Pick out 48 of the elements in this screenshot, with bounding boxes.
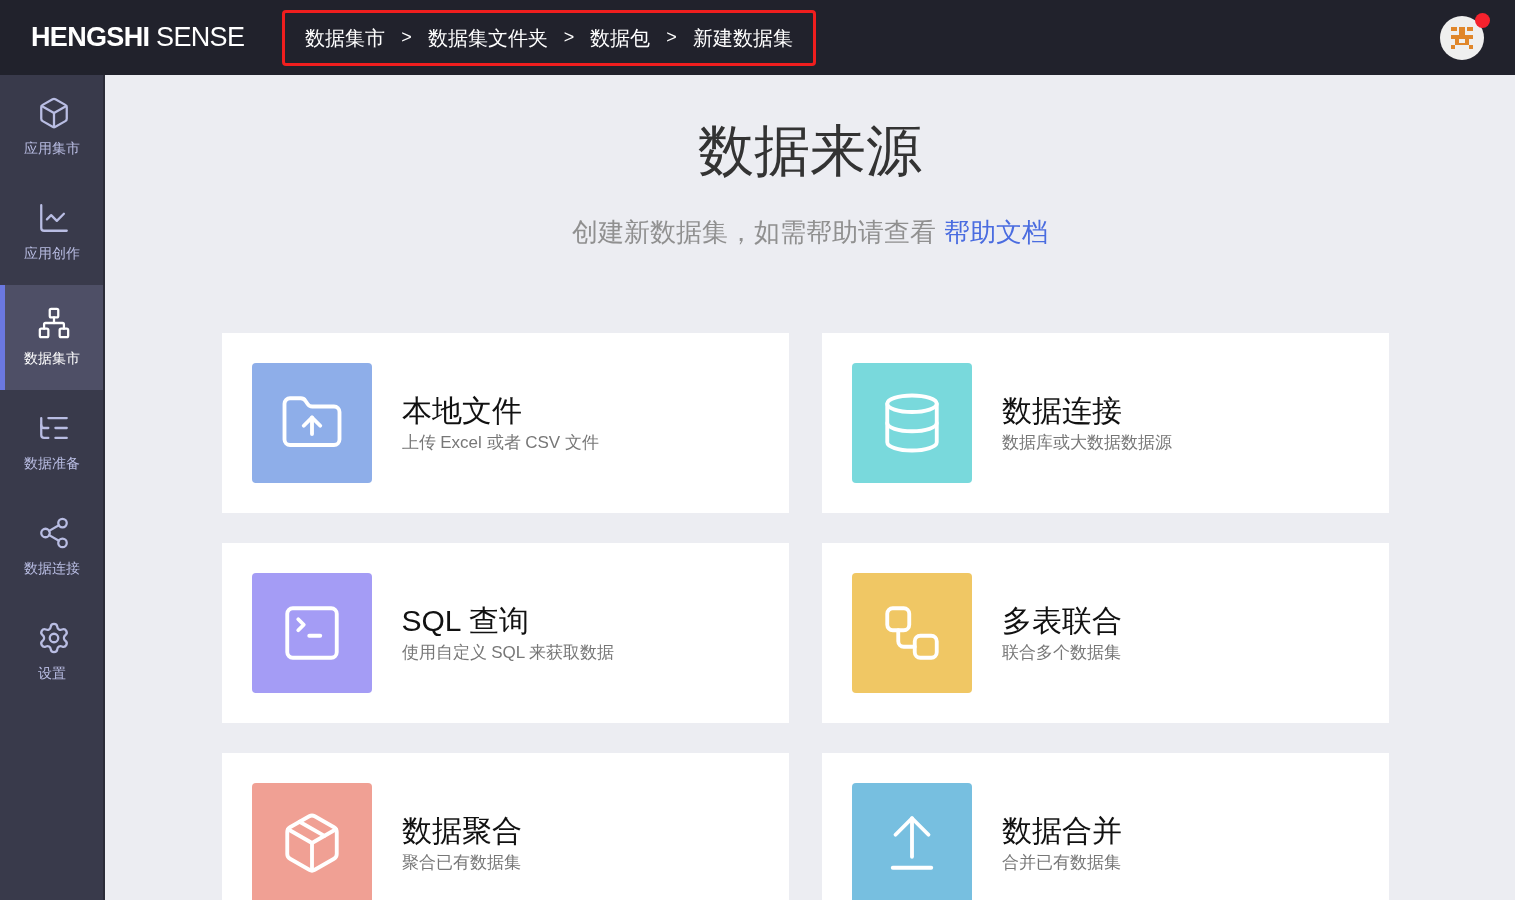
sidebar-item[interactable]: 应用创作 [0, 180, 103, 285]
card-description: 聚合已有数据集 [401, 852, 522, 874]
card-description: 合并已有数据集 [1001, 852, 1122, 874]
sidebar-label: 应用创作 [23, 244, 80, 263]
breadcrumb-link[interactable]: 数据集文件夹 [427, 22, 548, 53]
source-card[interactable]: 数据聚合 聚合已有数据集 [221, 753, 789, 900]
sidebar-item[interactable]: 数据准备 [0, 390, 103, 495]
breadcrumb-link[interactable]: 数据集市 [305, 22, 386, 53]
nodes-icon [37, 516, 71, 550]
source-card[interactable]: 数据合并 合并已有数据集 [821, 753, 1389, 900]
sidebar-label: 数据准备 [23, 454, 80, 473]
network-icon [37, 306, 71, 340]
sidebar-label: 数据集市 [23, 349, 80, 368]
breadcrumb-link[interactable]: 新建数据集 [692, 22, 793, 53]
card-title: 数据连接 [1001, 393, 1123, 429]
avatar[interactable] [1440, 15, 1484, 60]
card-description: 上传 Excel 或者 CSV 文件 [401, 432, 599, 454]
sidebar-item[interactable]: 数据集市 [0, 285, 103, 390]
logo: HENGSHI SENSE [31, 21, 245, 55]
source-card[interactable]: 多表联合 联合多个数据集 [821, 543, 1389, 723]
sidebar-label: 应用集市 [23, 139, 80, 158]
sidebar-item[interactable]: 设置 [0, 600, 103, 705]
source-card[interactable]: SQL 查询 使用自定义 SQL 来获取数据 [221, 543, 789, 723]
help-link[interactable]: 帮助文档 [943, 217, 1048, 247]
page-title: 数据来源 [698, 118, 922, 184]
card-title: 本地文件 [401, 393, 523, 429]
sidebar-item[interactable]: 应用集市 [0, 75, 103, 180]
cube-icon [37, 96, 71, 130]
card-title: 多表联合 [1001, 603, 1122, 639]
page-subtitle: 创建新数据集，如需帮助请查看 [572, 217, 937, 247]
sidebar-label: 设置 [37, 664, 66, 683]
card-title: 数据聚合 [401, 813, 522, 849]
source-card[interactable]: 本地文件 上传 Excel 或者 CSV 文件 [221, 333, 789, 513]
sidebar-item[interactable]: 数据连接 [0, 495, 103, 600]
card-title: 数据合并 [1001, 813, 1122, 849]
card-description: 数据库或大数据数据源 [1001, 432, 1172, 454]
card-description: 使用自定义 SQL 来获取数据 [401, 642, 615, 664]
breadcrumb-link[interactable]: 数据包 [590, 22, 651, 53]
card-title: SQL 查询 [401, 603, 530, 639]
chart-icon [37, 201, 71, 235]
source-card[interactable]: 数据连接 数据库或大数据数据源 [821, 333, 1389, 513]
sidebar-label: 数据连接 [23, 559, 80, 578]
breadcrumb-separator: > [665, 26, 678, 49]
pixel-figure-icon [1449, 24, 1475, 51]
breadcrumb-separator: > [400, 26, 413, 49]
card-description: 联合多个数据集 [1001, 642, 1122, 664]
settings-icon [37, 621, 71, 655]
breadcrumb-separator: > [562, 26, 576, 49]
